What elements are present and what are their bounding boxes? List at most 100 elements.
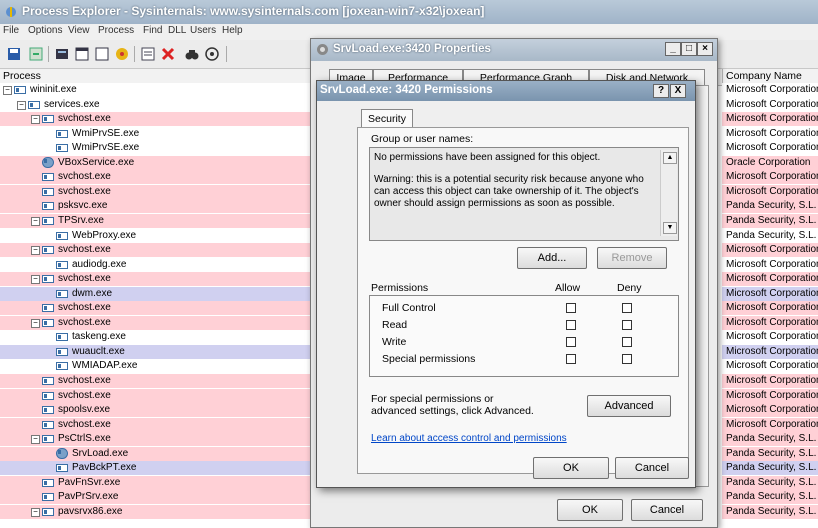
- permissions-title-bar[interactable]: SrvLoad.exe: 3420 Permissions ? X: [317, 81, 695, 101]
- perm-full-control: Full Control: [382, 302, 436, 314]
- company-cell[interactable]: Panda Security, S.L.: [722, 228, 818, 243]
- remove-button[interactable]: Remove: [597, 247, 667, 269]
- refresh-icon[interactable]: [28, 46, 44, 62]
- company-cell[interactable]: Microsoft Corporation: [722, 97, 818, 112]
- advanced-button[interactable]: Advanced: [587, 395, 671, 417]
- company-cell[interactable]: Microsoft Corporation: [722, 272, 818, 287]
- company-name: Microsoft Corporation: [726, 98, 818, 110]
- company-cell[interactable]: Panda Security, S.L.: [722, 490, 818, 505]
- company-cell[interactable]: Microsoft Corporation: [722, 301, 818, 316]
- company-cell[interactable]: Microsoft Corporation: [722, 286, 818, 301]
- deny-write-checkbox[interactable]: [622, 337, 632, 347]
- company-name: Panda Security, S.L.: [726, 214, 817, 226]
- no-permissions-message: No permissions have been assigned for th…: [374, 152, 601, 163]
- company-name: Microsoft Corporation: [726, 273, 818, 285]
- dll-icon[interactable]: [114, 46, 130, 62]
- company-cell[interactable]: Panda Security, S.L.: [722, 504, 818, 519]
- company-name: Microsoft Corporation: [726, 258, 818, 270]
- props-ok-button[interactable]: OK: [557, 499, 623, 521]
- perm-cancel-button[interactable]: Cancel: [615, 457, 689, 479]
- tab-security[interactable]: Security: [361, 109, 413, 128]
- company-cell[interactable]: Oracle Corporation: [722, 155, 818, 170]
- company-cell[interactable]: Microsoft Corporation: [722, 243, 818, 258]
- help-button[interactable]: ?: [653, 84, 669, 98]
- deny-special-checkbox[interactable]: [622, 354, 632, 364]
- menu-view[interactable]: View: [68, 25, 90, 36]
- window-icon[interactable]: [74, 46, 90, 62]
- company-cell[interactable]: Microsoft Corporation: [722, 141, 818, 156]
- company-cell[interactable]: Microsoft Corporation: [722, 330, 818, 345]
- props-cancel-button[interactable]: Cancel: [631, 499, 703, 521]
- allow-write-checkbox[interactable]: [566, 337, 576, 347]
- company-cell[interactable]: Microsoft Corporation: [722, 388, 818, 403]
- properties-title-bar[interactable]: SrvLoad.exe:3420 Properties _ □ ×: [311, 39, 717, 61]
- company-name: Microsoft Corporation: [726, 244, 818, 256]
- perm-close-button[interactable]: X: [670, 84, 686, 98]
- company-name: Panda Security, S.L.: [726, 462, 817, 474]
- special-permissions-text: For special permissions or advanced sett…: [371, 393, 534, 417]
- company-name: Panda Security, S.L.: [726, 200, 817, 212]
- company-cell[interactable]: Microsoft Corporation: [722, 126, 818, 141]
- company-name: Microsoft Corporation: [726, 316, 818, 328]
- menu-users[interactable]: Users: [190, 25, 216, 36]
- kill-process-icon[interactable]: [160, 46, 176, 62]
- company-cell[interactable]: Microsoft Corporation: [722, 344, 818, 359]
- menu-help[interactable]: Help: [222, 25, 243, 36]
- main-title-bar[interactable]: Process Explorer - Sysinternals: www.sys…: [0, 0, 818, 24]
- menu-dll[interactable]: DLL: [168, 25, 186, 36]
- add-button[interactable]: Add...: [517, 247, 587, 269]
- deny-read-checkbox[interactable]: [622, 320, 632, 330]
- company-name: Microsoft Corporation: [726, 331, 818, 343]
- company-cell[interactable]: Microsoft Corporation: [722, 374, 818, 388]
- permissions-list: Full Control Read Write Special permissi…: [369, 295, 679, 377]
- close-button[interactable]: ×: [697, 42, 713, 56]
- system-info-icon[interactable]: [54, 46, 70, 62]
- allow-full-control-checkbox[interactable]: [566, 303, 576, 313]
- allow-read-checkbox[interactable]: [566, 320, 576, 330]
- company-name: Microsoft Corporation: [726, 404, 818, 416]
- target-icon[interactable]: [204, 46, 220, 62]
- scroll-down-icon[interactable]: ▼: [663, 222, 677, 234]
- company-cell[interactable]: Panda Security, S.L.: [722, 461, 818, 476]
- minimize-button[interactable]: _: [665, 42, 681, 56]
- group-list[interactable]: No permissions have been assigned for th…: [369, 147, 679, 241]
- company-cell[interactable]: Microsoft Corporation: [722, 257, 818, 272]
- company-cell[interactable]: Microsoft Corporation: [722, 184, 818, 199]
- company-name: Microsoft Corporation: [726, 345, 818, 357]
- menu-find[interactable]: Find: [143, 25, 162, 36]
- process-explorer-icon: [6, 7, 16, 17]
- perm-read: Read: [382, 319, 408, 331]
- company-cell[interactable]: Panda Security, S.L.: [722, 446, 818, 461]
- company-cell[interactable]: Microsoft Corporation: [722, 417, 818, 432]
- permissions-dialog: SrvLoad.exe: 3420 Permissions ? X Securi…: [316, 80, 696, 488]
- deny-full-control-checkbox[interactable]: [622, 303, 632, 313]
- company-name: Microsoft Corporation: [726, 113, 818, 125]
- company-cell[interactable]: Panda Security, S.L.: [722, 199, 818, 214]
- company-cell[interactable]: Panda Security, S.L.: [722, 432, 818, 447]
- menu-process[interactable]: Process: [98, 25, 134, 36]
- company-cell[interactable]: Microsoft Corporation: [722, 403, 818, 418]
- perm-ok-button[interactable]: OK: [533, 457, 609, 479]
- find-icon[interactable]: [184, 46, 200, 62]
- allow-special-checkbox[interactable]: [566, 354, 576, 364]
- company-cell[interactable]: Microsoft Corporation: [722, 83, 818, 97]
- company-cell[interactable]: Microsoft Corporation: [722, 112, 818, 127]
- scroll-up-icon[interactable]: ▲: [663, 152, 677, 164]
- save-icon[interactable]: [6, 46, 22, 62]
- column-company[interactable]: Company Name: [726, 70, 802, 82]
- company-cell[interactable]: Microsoft Corporation: [722, 170, 818, 185]
- group-list-scrollbar[interactable]: ▲ ▼: [660, 150, 677, 236]
- company-cell[interactable]: Panda Security, S.L.: [722, 475, 818, 490]
- maximize-button[interactable]: □: [681, 42, 697, 56]
- company-name: Panda Security, S.L.: [726, 229, 817, 241]
- column-process[interactable]: Process: [3, 70, 41, 82]
- properties-icon[interactable]: [140, 46, 156, 62]
- menu-file[interactable]: File: [3, 25, 19, 36]
- view-icon[interactable]: [94, 46, 110, 62]
- company-cell[interactable]: Panda Security, S.L.: [722, 213, 818, 228]
- company-cell[interactable]: Microsoft Corporation: [722, 315, 818, 330]
- learn-link[interactable]: Learn about access control and permissio…: [371, 433, 567, 444]
- menu-options[interactable]: Options: [28, 25, 62, 36]
- company-cell[interactable]: Microsoft Corporation: [722, 359, 818, 374]
- permissions-title: SrvLoad.exe: 3420 Permissions: [320, 84, 493, 96]
